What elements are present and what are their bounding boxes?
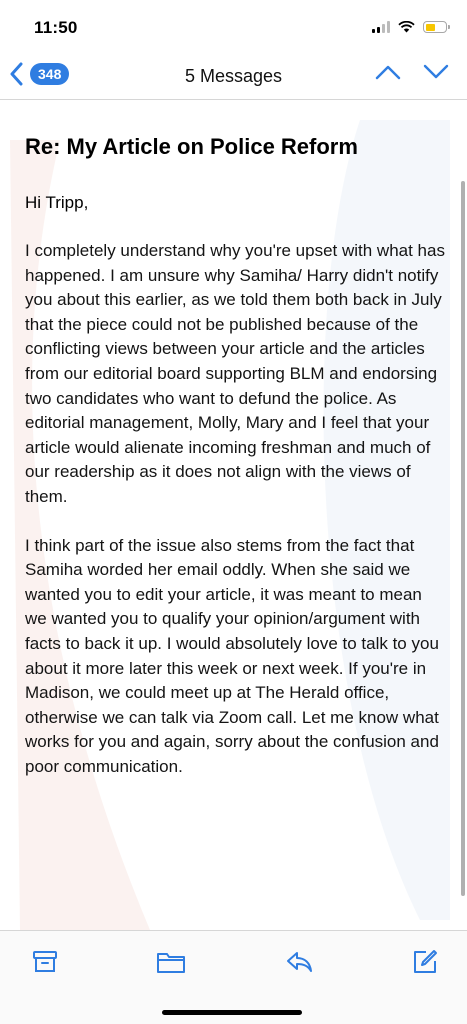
chevron-down-icon[interactable]	[423, 64, 449, 80]
status-bar: 11:50	[0, 0, 467, 54]
archive-icon	[33, 951, 57, 972]
home-indicator[interactable]	[162, 1010, 302, 1015]
scrollbar[interactable]	[461, 181, 465, 896]
compose-button[interactable]	[410, 947, 440, 977]
reply-button[interactable]	[284, 947, 314, 977]
wifi-icon	[398, 21, 415, 33]
email-body: Re: My Article on Police Reform Hi Tripp…	[25, 100, 445, 779]
nav-bar: 348 5 Messages	[0, 54, 467, 100]
chevron-up-icon[interactable]	[375, 64, 401, 80]
email-paragraph: I think part of the issue also stems fro…	[25, 535, 439, 776]
compose-icon	[414, 950, 437, 973]
reply-icon	[287, 952, 312, 972]
archive-button[interactable]	[30, 947, 60, 977]
email-paragraph: I completely understand why you're upset…	[25, 241, 445, 506]
move-to-folder-button[interactable]	[156, 947, 186, 977]
status-time: 11:50	[34, 18, 78, 37]
cellular-signal-icon	[372, 21, 390, 33]
status-icons	[372, 18, 450, 36]
email-greeting: Hi Tripp,	[25, 193, 89, 212]
email-subject: Re: My Article on Police Reform	[25, 134, 358, 159]
battery-icon	[423, 21, 450, 33]
folder-icon	[157, 953, 185, 973]
message-navigation	[375, 64, 449, 80]
